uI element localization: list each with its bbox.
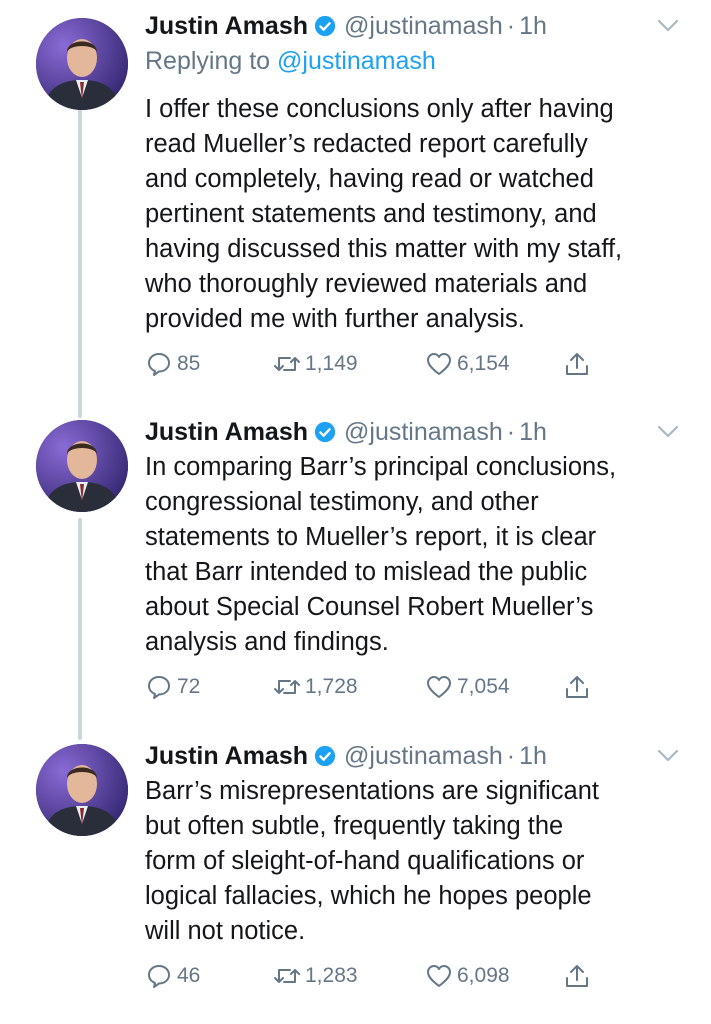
retweet-icon (274, 969, 300, 983)
like-button[interactable]: 6,154 (425, 350, 510, 378)
tweet-header: Justin Amash @justinamash · 1h (145, 6, 547, 46)
retweet-icon (274, 357, 300, 371)
reply-count: 46 (177, 964, 201, 987)
share-icon (566, 965, 588, 987)
caret-down-icon[interactable] (656, 424, 680, 440)
avatar[interactable] (36, 744, 128, 836)
verified-badge-icon (314, 421, 336, 443)
reply-mention-link[interactable]: @justinamash (277, 47, 436, 75)
tweet-header: Justin Amash @justinamash · 1h (145, 736, 547, 776)
reply-count: 85 (177, 352, 201, 375)
display-name[interactable]: Justin Amash (145, 742, 308, 771)
user-handle[interactable]: @justinamash (344, 418, 503, 447)
separator-dot: · (506, 417, 516, 446)
tweet-actions: 72 1,728 7,054 (145, 673, 605, 707)
share-icon (566, 676, 588, 698)
tweet[interactable]: Justin Amash @justinamash · 1h Replying … (0, 0, 711, 400)
user-handle[interactable]: @justinamash (344, 742, 503, 771)
reply-button[interactable]: 85 (145, 350, 200, 378)
retweet-button[interactable]: 1,149 (273, 350, 358, 378)
retweet-icon (274, 680, 300, 694)
timestamp[interactable]: 1h (519, 12, 547, 41)
retweet-count: 1,149 (305, 352, 358, 375)
tweet[interactable]: Justin Amash @justinamash · 1h In compar… (0, 408, 711, 728)
tweet-text: I offer these conclusions only after hav… (145, 95, 623, 333)
reply-icon (148, 676, 170, 699)
display-name[interactable]: Justin Amash (145, 12, 308, 41)
avatar[interactable] (36, 18, 128, 110)
tweet-header: Justin Amash @justinamash · 1h (145, 412, 547, 452)
share-icon (566, 353, 588, 375)
timestamp[interactable]: 1h (519, 418, 547, 447)
avatar[interactable] (36, 420, 128, 512)
display-name[interactable]: Justin Amash (145, 418, 308, 447)
like-count: 6,098 (457, 964, 510, 987)
tweet-text: In comparing Barr’s principal conclusion… (145, 453, 617, 656)
separator-dot: · (506, 741, 516, 770)
reply-button[interactable]: 46 (145, 962, 200, 990)
like-icon (427, 965, 451, 987)
caret-down-icon[interactable] (656, 18, 680, 34)
tweet-actions: 85 1,149 6,154 (145, 350, 605, 384)
reply-count: 72 (177, 675, 201, 698)
retweet-count: 1,728 (305, 675, 358, 698)
verified-badge-icon (314, 745, 336, 767)
like-button[interactable]: 6,098 (425, 962, 510, 990)
tweet-text: Barr’s misrepresentations are significan… (145, 777, 600, 945)
timestamp[interactable]: 1h (519, 742, 547, 771)
share-button[interactable] (563, 673, 595, 701)
user-handle[interactable]: @justinamash (344, 12, 503, 41)
reply-icon (148, 353, 170, 376)
retweet-count: 1,283 (305, 964, 358, 987)
separator-dot: · (506, 11, 516, 40)
replying-to-label: Replying to (145, 47, 278, 75)
reply-button[interactable]: 72 (145, 673, 200, 701)
like-count: 7,054 (457, 675, 510, 698)
share-button[interactable] (563, 350, 595, 378)
like-icon (427, 676, 451, 698)
verified-badge-icon (314, 15, 336, 37)
like-count: 6,154 (457, 352, 510, 375)
retweet-button[interactable]: 1,728 (273, 673, 358, 701)
tweet-actions: 46 1,283 6,098 (145, 962, 605, 996)
replying-to: Replying to @justinamash (145, 47, 436, 76)
tweet[interactable]: Justin Amash @justinamash · 1h Barr’s mi… (0, 732, 711, 1024)
reply-icon (148, 965, 170, 988)
share-button[interactable] (563, 962, 595, 990)
like-icon (427, 353, 451, 375)
like-button[interactable]: 7,054 (425, 673, 510, 701)
caret-down-icon[interactable] (656, 748, 680, 764)
retweet-button[interactable]: 1,283 (273, 962, 358, 990)
